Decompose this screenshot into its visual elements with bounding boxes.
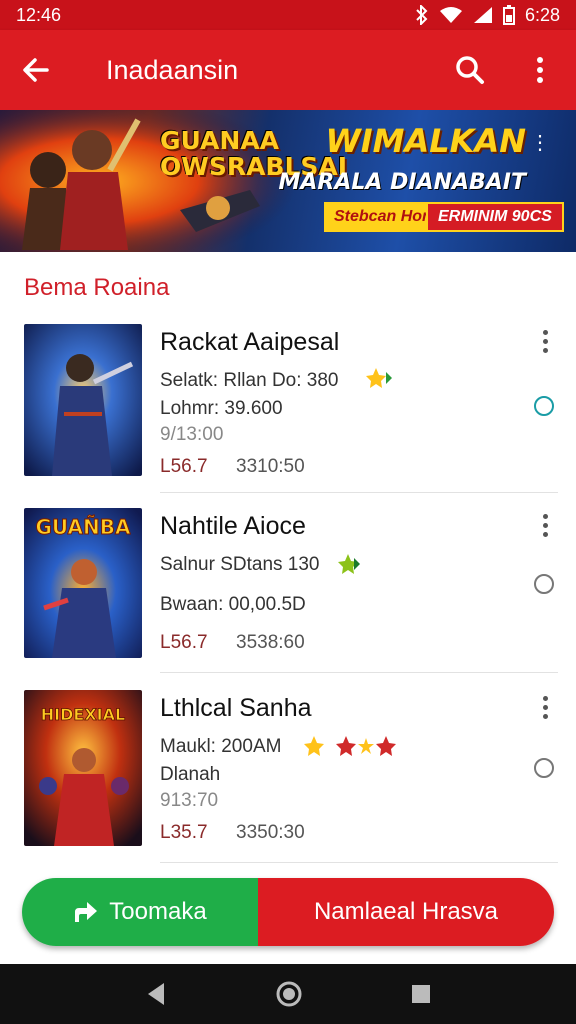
search-button[interactable] <box>450 50 490 90</box>
back-nav-icon[interactable] <box>144 981 168 1007</box>
system-nav-bar <box>0 964 576 1024</box>
banner-pill-secondary[interactable]: ERMINIM 90CS <box>426 202 564 232</box>
bottom-action-bar: Toomaka Namlaeal Hrasva <box>22 878 554 946</box>
select-radio[interactable] <box>534 574 554 594</box>
primary-action-button[interactable]: Toomaka <box>22 878 258 946</box>
game-title: Lthlcal Sanha <box>160 694 312 722</box>
game-detail: Maukl: 200AM <box>160 736 282 757</box>
wifi-icon <box>439 7 462 23</box>
signal-icon <box>473 7 492 23</box>
overflow-menu-button[interactable] <box>520 50 560 90</box>
game-detail: Lohmr: 39.600 <box>160 398 283 419</box>
game-title: Rackat Aaipesal <box>160 328 340 356</box>
section-title: Bema Roaina <box>24 274 170 301</box>
page-title: Inadaansin <box>106 54 239 85</box>
game-list-item[interactable]: Rackat Aaipesal Selatk: Rllan Do: 380 Lo… <box>0 322 576 502</box>
banner-subline: MARALA DIANABAIT <box>278 170 527 195</box>
divider <box>160 672 558 673</box>
game-list-item[interactable]: HIDEXIAL Lthlcal Sanha Maukl: 200AM Dlan… <box>0 690 576 870</box>
app-bar: Inadaansin <box>0 30 576 110</box>
game-stat-right: 3538:60 <box>236 632 305 653</box>
status-time: 12:46 <box>16 4 62 25</box>
game-stat-left: L35.7 <box>160 822 208 843</box>
game-thumbnail: GUAÑBA <box>24 508 142 658</box>
game-list-item[interactable]: GUAÑBA Nahtile Aioce Salnur SDtans 130 B… <box>0 508 576 688</box>
search-icon <box>456 56 484 84</box>
content-sheet: Bema Roaina Rackat Aaipesal Selatk: Rlla… <box>0 252 576 964</box>
recents-nav-icon[interactable] <box>410 983 432 1005</box>
banner-logo: GUANAA OWSRABLSAI <box>160 126 348 181</box>
primary-action-label: Toomaka <box>109 898 207 925</box>
game-thumbnail <box>24 324 142 476</box>
banner-headline: WIMALKAN <box>325 122 526 160</box>
bluetooth-icon <box>416 5 428 25</box>
game-stat-right: 3350:30 <box>236 822 305 843</box>
more-vertical-icon <box>537 57 543 83</box>
battery-icon <box>502 5 515 25</box>
secondary-action-button[interactable]: Namlaeal Hrasva <box>258 878 554 946</box>
item-menu-icon[interactable] <box>534 514 556 537</box>
select-radio[interactable] <box>534 396 554 416</box>
divider <box>160 862 558 863</box>
game-detail: Salnur SDtans 130 <box>160 554 320 575</box>
game-stat-left: L56.7 <box>160 632 208 653</box>
game-detail: 9/13:00 <box>160 424 224 445</box>
game-detail: Dlanah <box>160 764 221 785</box>
status-bar: 12:46 6:28 <box>0 0 576 30</box>
game-title: Nahtile Aioce <box>160 512 306 540</box>
game-detail: Bwaan: 00,00.5D <box>160 594 306 615</box>
rating-stars-icon <box>304 736 396 756</box>
game-stat-left: L56.7 <box>160 456 208 477</box>
secondary-action-label: Namlaeal Hrasva <box>313 898 499 925</box>
game-detail: 913:70 <box>160 790 219 811</box>
svg-text:GUAÑBA: GUAÑBA <box>36 515 132 539</box>
status-icons: 6:28 <box>415 5 560 26</box>
game-stat-right: 3310:50 <box>236 456 305 477</box>
home-nav-icon[interactable] <box>275 980 303 1008</box>
star-badge-icon <box>338 554 360 574</box>
game-thumbnail: HIDEXIAL <box>24 690 142 846</box>
promo-banner[interactable]: GUANAA OWSRABLSAI WIMALKAN MARALA DIANAB… <box>0 110 576 252</box>
back-button[interactable] <box>16 50 56 90</box>
share-arrow-icon <box>75 902 98 922</box>
divider <box>160 492 558 493</box>
svg-text:HIDEXIAL: HIDEXIAL <box>41 705 125 724</box>
banner-more-icon[interactable]: ⋮ <box>530 130 550 155</box>
star-badge-icon <box>366 368 392 388</box>
select-radio[interactable] <box>534 758 554 778</box>
game-detail: Selatk: Rllan Do: 380 <box>160 370 339 391</box>
arrow-left-icon <box>23 58 49 82</box>
item-menu-icon[interactable] <box>534 696 556 719</box>
item-menu-icon[interactable] <box>534 330 556 353</box>
status-clock: 6:28 <box>524 4 560 25</box>
